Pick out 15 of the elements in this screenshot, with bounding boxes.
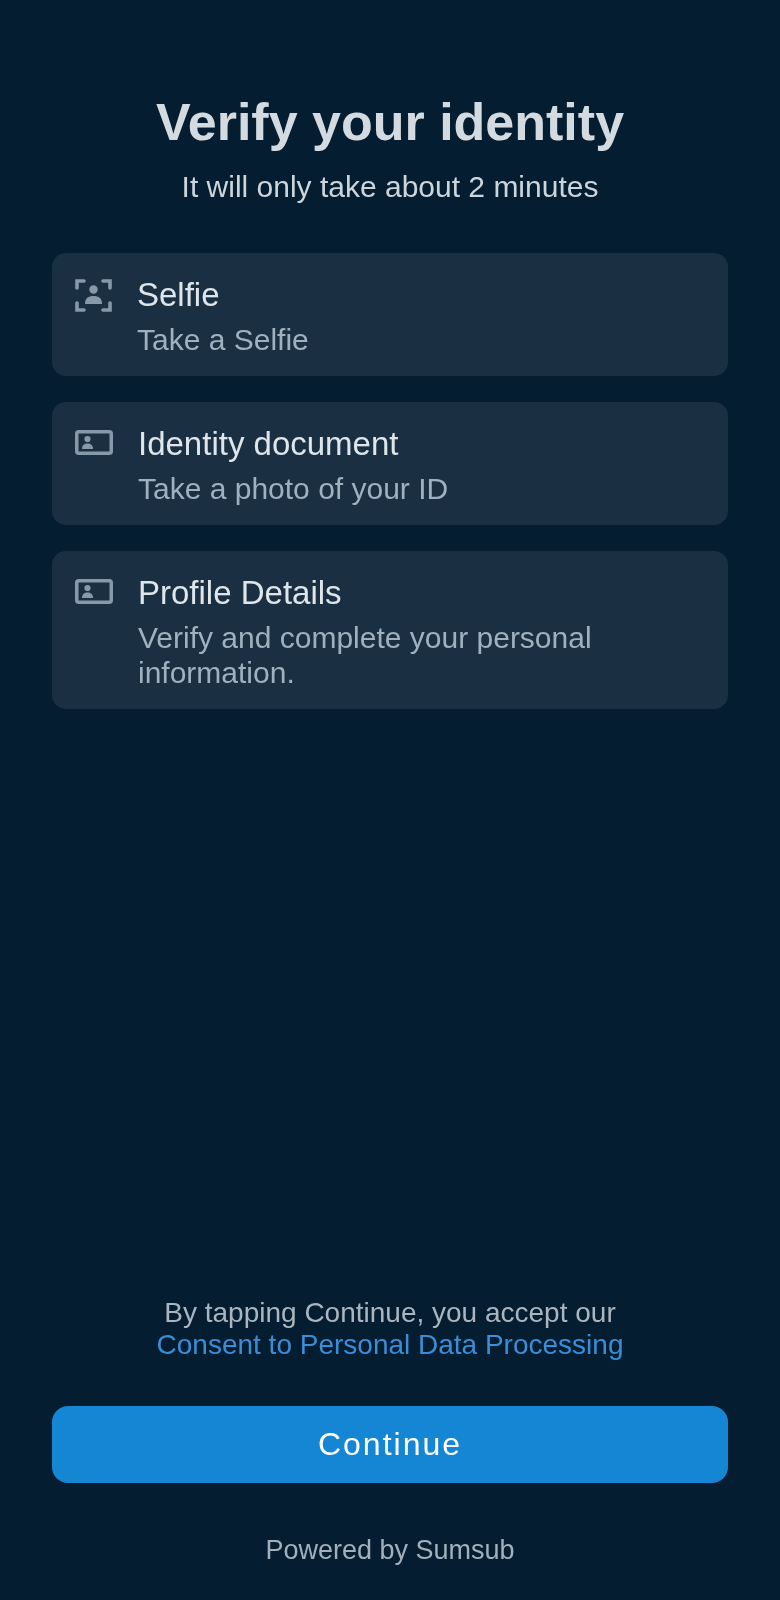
page-subtitle: It will only take about 2 minutes (180, 169, 600, 205)
person-frame-icon (75, 278, 112, 313)
step-title: Profile Details (138, 574, 343, 612)
step-description: Take a photo of your ID (138, 471, 449, 506)
continue-button[interactable]: Continue (52, 1406, 728, 1483)
powered-by-text: Powered by Sumsub (264, 1534, 516, 1567)
step-title: Selfie (137, 276, 221, 314)
consent-link[interactable]: Consent to Personal Data Processing (156, 1329, 624, 1360)
step-title: Identity document (138, 425, 400, 463)
id-card-icon (75, 430, 113, 455)
page-title: Verify your identity (154, 92, 626, 152)
id-card-icon (75, 579, 113, 604)
consent-text: By tapping Continue, you accept our Consent to Personal Data Processing (155, 1297, 625, 1361)
step-description: Take a Selfie (137, 322, 309, 357)
step-description: Verify and complete your personal information. (138, 620, 593, 690)
